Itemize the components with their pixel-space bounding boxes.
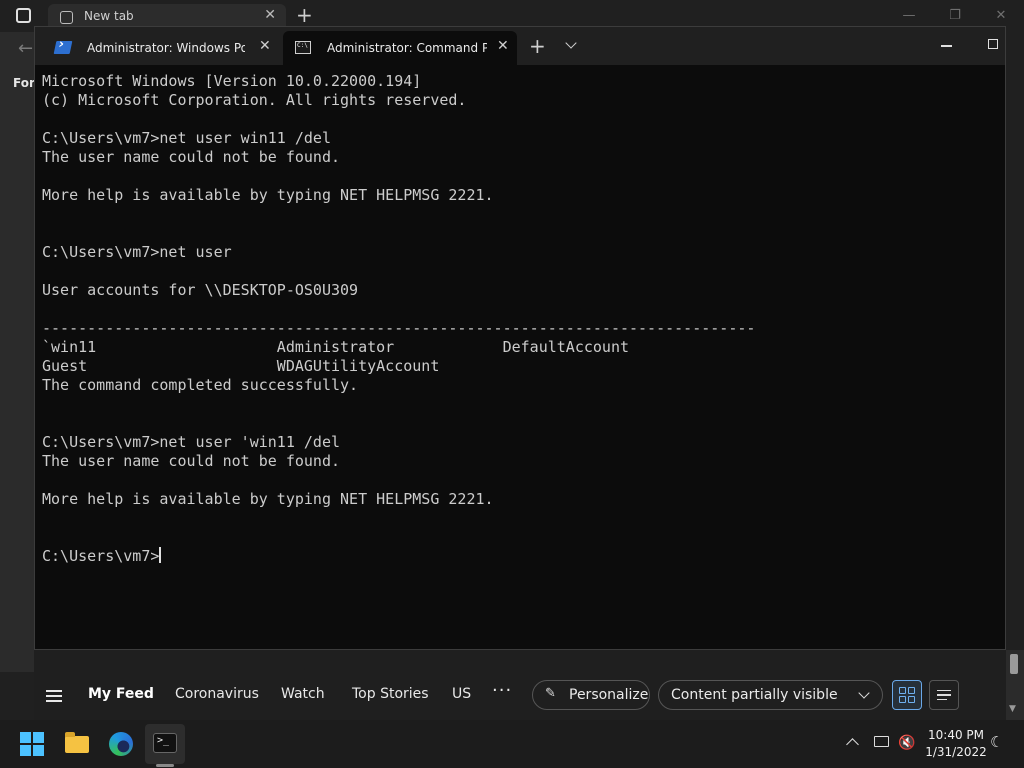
terminal-line: Microsoft Windows [Version 10.0.22000.19… <box>42 72 422 90</box>
terminal-line: More help is available by typing NET HEL… <box>42 490 494 508</box>
close-icon[interactable]: ✕ <box>264 7 276 23</box>
terminal-line: C:\Users\vm7> <box>42 547 162 565</box>
new-tab-page-icon <box>60 11 73 24</box>
terminal-icon <box>153 733 177 753</box>
back-arrow-icon[interactable]: ← <box>18 38 33 59</box>
personalize-button[interactable]: ✎ Personalize <box>532 680 650 710</box>
terminal-line: The user name could not be found. <box>42 148 341 166</box>
list-view-button[interactable] <box>929 680 959 710</box>
tab-title: Administrator: Windows PowerShell <box>87 41 245 55</box>
command-prompt-icon <box>295 41 311 54</box>
content-visibility-value: Content partially visible <box>671 687 838 703</box>
terminal-line: (c) Microsoft Corporation. All rights re… <box>42 91 467 109</box>
browser-app-icon[interactable] <box>16 8 31 23</box>
terminal-line: The command completed successfully. <box>42 376 359 394</box>
scroll-down-icon[interactable]: ▼ <box>1009 704 1016 714</box>
network-icon[interactable] <box>874 736 889 747</box>
close-tab-icon[interactable]: ✕ <box>497 38 509 54</box>
tab-title: Administrator: Command Prompt <box>327 41 487 55</box>
feed-tab-us[interactable]: US <box>452 686 471 702</box>
terminal-window: Administrator: Windows PowerShell ✕ Admi… <box>34 26 1006 650</box>
terminal-line: `win11 Administrator DefaultAccount <box>42 338 629 356</box>
file-explorer-icon <box>65 732 89 753</box>
terminal-line: ----------------------------------------… <box>42 319 756 337</box>
browser-tab-title: New tab <box>84 9 134 23</box>
tab-powershell[interactable]: Administrator: Windows PowerShell ✕ <box>43 31 279 65</box>
feed-tab-my-feed[interactable]: My Feed <box>88 686 154 702</box>
terminal-line: Guest WDAGUtilityAccount <box>42 357 440 375</box>
list-icon <box>937 687 951 704</box>
grid-icon <box>899 687 915 703</box>
content-visibility-select[interactable]: Content partially visible <box>658 680 883 710</box>
chevron-down-icon <box>858 687 870 699</box>
pencil-icon: ✎ <box>545 686 556 701</box>
edge-icon <box>109 732 133 756</box>
feed-tab-coronavirus[interactable]: Coronavirus <box>175 686 259 702</box>
terminal-line: C:\Users\vm7>net user win11 /del <box>42 129 331 147</box>
clock-date: 1/31/2022 <box>925 745 987 759</box>
hamburger-menu-icon[interactable] <box>46 690 62 705</box>
feed-tab-top-stories[interactable]: Top Stories <box>352 686 429 702</box>
text-cursor <box>159 547 162 563</box>
terminal-line: More help is available by typing NET HEL… <box>42 186 494 204</box>
close-tab-icon[interactable]: ✕ <box>259 38 271 54</box>
grid-view-button[interactable] <box>892 680 922 710</box>
start-icon <box>20 732 44 756</box>
browser-partial-label: For <box>13 76 35 90</box>
maximize-button[interactable] <box>988 39 998 49</box>
start-button[interactable] <box>12 724 52 764</box>
terminal-line: User accounts for \\DESKTOP-OS0U309 <box>42 281 359 299</box>
terminal-line: C:\Users\vm7>net user <box>42 243 232 261</box>
news-feed-bar: My Feed Coronavirus Watch Top Stories US… <box>34 650 1006 720</box>
terminal-line: C:\Users\vm7>net user 'win11 /del <box>42 433 341 451</box>
terminal-title-bar: Administrator: Windows PowerShell ✕ Admi… <box>35 27 1005 65</box>
show-hidden-icons-chevron-icon[interactable] <box>846 738 859 751</box>
tab-command-prompt[interactable]: Administrator: Command Prompt ✕ <box>283 31 517 65</box>
personalize-label: Personalize <box>569 687 649 703</box>
terminal-taskbar-button[interactable] <box>145 724 185 764</box>
more-options-icon[interactable]: ··· <box>492 680 512 701</box>
clock-time: 10:40 PM <box>928 728 984 742</box>
minimize-button[interactable] <box>941 45 952 47</box>
new-tab-button[interactable]: + <box>529 34 546 58</box>
scrollbar-thumb[interactable] <box>1010 654 1018 674</box>
taskbar: 🔇 10:40 PM 1/31/2022 ☾ <box>0 720 1024 768</box>
running-indicator <box>156 764 174 767</box>
terminal-line: The user name could not be found. <box>42 452 341 470</box>
edge-button[interactable] <box>101 724 141 764</box>
new-tab-button[interactable]: + <box>296 3 313 27</box>
clock[interactable]: 10:40 PM 1/31/2022 <box>922 727 990 761</box>
feed-tab-watch[interactable]: Watch <box>281 686 325 702</box>
volume-muted-icon[interactable]: 🔇 <box>898 735 915 751</box>
file-explorer-button[interactable] <box>57 724 97 764</box>
chevron-down-icon[interactable] <box>565 37 577 49</box>
terminal-output[interactable]: Microsoft Windows [Version 10.0.22000.19… <box>42 72 997 642</box>
browser-content-edge <box>0 32 34 672</box>
powershell-icon <box>53 41 73 54</box>
focus-assist-moon-icon[interactable]: ☾ <box>990 733 1003 751</box>
